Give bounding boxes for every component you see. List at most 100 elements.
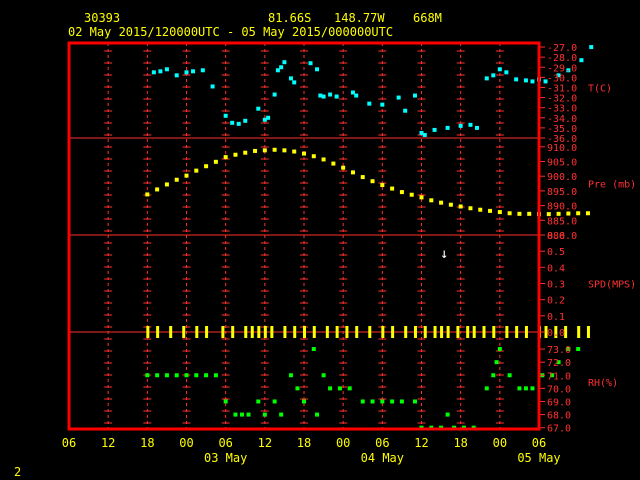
wind-barb <box>303 326 306 338</box>
meteogram: 30393 81.66S 148.77W 668M 02 May 2015/12… <box>0 0 640 480</box>
humidity-point <box>272 399 277 404</box>
pressure-point <box>341 165 346 170</box>
wind-barb <box>440 326 444 338</box>
wind-barb <box>169 326 173 338</box>
humidity-point <box>576 347 581 352</box>
humidity-point <box>445 412 450 417</box>
humidity-y-tick-label: 71.0 <box>547 371 571 382</box>
humidity-point <box>517 386 522 391</box>
wind-axis-label: SPD(MPS) <box>588 280 636 291</box>
pressure-point <box>507 211 512 216</box>
pressure-point <box>478 207 483 212</box>
wind-y-tick-label: 0.4 <box>547 263 565 274</box>
temperature-point <box>445 125 450 130</box>
temperature-point <box>334 94 339 99</box>
pressure-point <box>243 150 248 155</box>
humidity-point <box>484 386 489 391</box>
pressure-point <box>439 200 444 205</box>
humidity-point <box>155 373 160 378</box>
time-range: 02 May 2015/120000UTC - 05 May 2015/0000… <box>68 25 393 39</box>
temperature-point <box>530 79 535 84</box>
temperature-point <box>422 132 427 137</box>
temperature-point <box>589 45 594 50</box>
humidity-point <box>412 399 417 404</box>
pressure-point <box>204 164 209 169</box>
humidity-point <box>370 399 375 404</box>
temperature-point <box>279 65 284 70</box>
background <box>0 0 640 480</box>
wind-barb <box>492 326 496 338</box>
x-date-label: 04 May <box>361 451 404 465</box>
wind-barb <box>456 326 460 338</box>
humidity-point <box>530 386 535 391</box>
temperature-point <box>396 95 401 100</box>
humidity-point <box>491 373 496 378</box>
pressure-point <box>390 186 395 191</box>
humidity-point <box>523 386 528 391</box>
temperature-point <box>491 73 496 78</box>
humidity-point <box>174 373 179 378</box>
temperature-point <box>403 108 408 113</box>
wind-direction-arrow: ↓ <box>440 246 448 262</box>
wind-barb <box>293 326 297 338</box>
temperature-point <box>292 80 297 85</box>
x-tick-label: 00 <box>336 436 350 450</box>
pressure-y-tick-label: 895.0 <box>547 187 577 198</box>
humidity-point <box>507 373 512 378</box>
temperature-point <box>151 70 156 75</box>
wind-barb <box>381 326 385 338</box>
wind-barb <box>446 326 450 338</box>
humidity-y-tick-label: 73.0 <box>547 345 571 356</box>
humidity-point <box>223 399 228 404</box>
wind-y-tick-label: 0.2 <box>547 296 565 307</box>
wind-barb <box>244 326 248 338</box>
humidity-y-tick-label: 67.0 <box>547 424 571 435</box>
x-tick-label: 00 <box>493 436 507 450</box>
x-tick-label: 06 <box>375 436 389 450</box>
humidity-point <box>288 373 293 378</box>
x-tick-label: 06 <box>218 436 232 450</box>
pressure-point <box>399 190 404 195</box>
humidity-point <box>194 373 199 378</box>
pressure-point <box>585 211 590 216</box>
humidity-point <box>204 373 209 378</box>
page-number: 2 <box>14 465 21 479</box>
temperature-point <box>380 102 385 107</box>
pressure-point <box>164 182 169 187</box>
humidity-point <box>239 412 244 417</box>
wind-barb <box>391 326 395 338</box>
humidity-point <box>184 373 189 378</box>
humidity-point <box>399 399 404 404</box>
wind-barb <box>433 326 437 338</box>
wind-barb <box>325 326 329 338</box>
pressure-point <box>497 210 502 215</box>
humidity-y-tick-label: 69.0 <box>547 397 571 408</box>
pressure-point <box>292 149 297 154</box>
latitude: 81.66S <box>268 11 311 25</box>
temperature-point <box>282 60 287 65</box>
x-tick-label: 06 <box>532 436 546 450</box>
temperature-point <box>321 94 326 99</box>
wind-barb <box>312 326 316 338</box>
pressure-point <box>302 151 306 156</box>
wind-y-tick-label: 0.0 <box>547 328 565 339</box>
pressure-point <box>272 147 277 152</box>
humidity-y-tick-label: 72.0 <box>547 358 571 369</box>
x-tick-label: 12 <box>258 436 272 450</box>
temperature-point <box>474 125 479 130</box>
x-tick-label: 12 <box>101 436 115 450</box>
humidity-point <box>337 386 342 391</box>
humidity-point <box>347 386 352 391</box>
longitude: 148.77W <box>334 11 385 25</box>
wind-barb <box>146 326 150 338</box>
temperature-point <box>497 67 502 72</box>
humidity-y-tick-label: 70.0 <box>547 384 571 395</box>
temperature-point <box>504 70 509 75</box>
x-tick-label: 06 <box>62 436 76 450</box>
humidity-point <box>164 373 169 378</box>
humidity-point <box>311 347 316 352</box>
wind-barb <box>257 326 261 338</box>
pressure-y-tick-label: 890.0 <box>547 202 577 213</box>
humidity-point <box>380 399 385 404</box>
wind-barb <box>505 326 509 338</box>
